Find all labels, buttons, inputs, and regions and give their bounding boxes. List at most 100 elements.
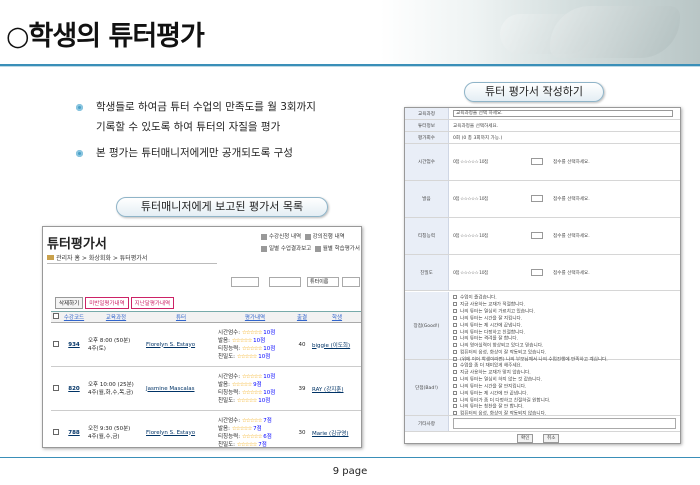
checklist-item[interactable]: 지금 사용하는 교재가 적절합니다.	[453, 301, 678, 309]
star-rating: ☆☆☆☆☆	[241, 345, 263, 352]
checklist-item[interactable]: 지금 사용하는 교재가 맞지 않습니다.	[453, 369, 678, 377]
attendance-value: 40	[293, 322, 311, 367]
checklist-item[interactable]: 수업이 즐겁습니다.	[453, 295, 678, 302]
breadcrumb: 관리자 홈 > 화상회화 > 튜터평가서	[47, 253, 147, 262]
score-stars[interactable]: 0점 ☆☆☆☆☆ 10점	[453, 270, 488, 276]
eval-label: 티칭능력:	[218, 389, 241, 396]
reason-select[interactable]: 점수를 선택하세요.	[553, 196, 590, 202]
checklist-item[interactable]: 컴퓨터의 음성, 화상이 잘 작동되고 있습니다.	[453, 350, 678, 357]
reason-select[interactable]: 점수를 선택하세요.	[553, 270, 590, 276]
checklist-label: 나의 튜터는 다정하고 친절합니다.	[460, 330, 526, 336]
checklist-item[interactable]: 나의 튜터가 좀 더 다정하고 친절하길 원합니다.	[453, 397, 678, 405]
date-from-input[interactable]	[231, 277, 259, 287]
checklist-item[interactable]: 나의 튜터는 열심히 하지 않는 것 같습니다.	[453, 376, 678, 384]
score-select[interactable]	[531, 269, 543, 276]
item-checkbox[interactable]	[453, 383, 457, 388]
row-checkbox[interactable]	[53, 428, 59, 435]
delete-button[interactable]: 삭제하기	[55, 297, 84, 309]
item-checkbox[interactable]	[453, 308, 457, 313]
menu-link-progress[interactable]: 강의진행 내역	[313, 234, 345, 240]
menu-bullet-icon	[261, 233, 267, 240]
item-checkbox[interactable]	[453, 369, 457, 374]
col-student[interactable]: 학생	[311, 311, 361, 323]
row-checkbox[interactable]	[53, 384, 59, 391]
item-checkbox[interactable]	[453, 329, 457, 334]
item-checkbox[interactable]	[453, 397, 457, 402]
col-attendance[interactable]: 출결	[293, 311, 311, 323]
item-checkbox[interactable]	[453, 390, 457, 395]
bullet-text: 학생들로 하여금 튜터 수업의 만족도를 월 3회까지	[96, 101, 316, 113]
page-number: 9 page	[332, 466, 368, 477]
col-tutor[interactable]: 튜터	[145, 311, 217, 323]
item-checkbox[interactable]	[453, 295, 457, 299]
course-code-link[interactable]: 934	[68, 342, 79, 348]
unsent-eval-button[interactable]: 미반일평가내역	[85, 297, 129, 309]
item-checkbox[interactable]	[453, 404, 457, 409]
checklist-item[interactable]: 나의 튜터는 제 시간에 끝냅니다.	[453, 322, 678, 330]
item-checkbox[interactable]	[453, 411, 457, 416]
checklist-item[interactable]: 나의 튜터는 시간을 잘 안지킵니다.	[453, 383, 678, 391]
checklist-item[interactable]: 나의 튜터는 제 시간에 안 끝냅니다.	[453, 390, 678, 398]
row-etc: 기타사항	[405, 416, 680, 432]
cancel-button[interactable]: 취소	[543, 434, 560, 443]
item-checkbox[interactable]	[453, 336, 457, 341]
star-rating: ☆☆☆☆☆	[236, 353, 258, 360]
row-checkbox[interactable]	[53, 340, 59, 347]
student-link[interactable]: biggie (이도희)	[312, 343, 350, 349]
checklist-item[interactable]: 수업을 좀 더 재미있게 해주세요.	[453, 363, 678, 370]
checklist-item[interactable]: 나의 튜터는 칭찬을 잘 안 합니다.	[453, 404, 678, 411]
notes-textarea[interactable]	[453, 418, 676, 429]
row-check-cell	[51, 322, 61, 367]
row-label: 교육과정	[405, 108, 449, 119]
search-field[interactable]	[342, 277, 360, 287]
checklist-item[interactable]: 나의 튜터는 열심히 가르치고 있습니다.	[453, 308, 678, 316]
date-to-input[interactable]	[269, 277, 301, 287]
footer-rule	[0, 457, 700, 458]
reason-select[interactable]: 점수를 선택하세요.	[553, 159, 590, 165]
col-check[interactable]	[51, 311, 61, 323]
score-stars[interactable]: 0점 ☆☆☆☆☆ 10점	[453, 233, 488, 239]
menu-link-daily[interactable]: 일별 수업결과보고	[269, 246, 311, 252]
student-link[interactable]: RAY (강지훈)	[312, 387, 344, 393]
checklist-item[interactable]: 나의 영어실력이 향상되고 있다고 믿습니다.	[453, 343, 678, 350]
item-checkbox[interactable]	[453, 343, 457, 348]
col-eval[interactable]: 평가내역	[217, 311, 293, 323]
course-info: 오후 10:00 (25분) 4주(월,화,수,목,금)	[87, 366, 145, 411]
course-select[interactable]: 교육과정을 선택 하세요.	[453, 110, 673, 117]
item-checkbox[interactable]	[453, 376, 457, 381]
menu-link-course[interactable]: 수강신청 내역	[269, 234, 301, 240]
reason-select[interactable]: 점수를 선택하세요.	[553, 233, 590, 239]
eval-label: 시간엄수:	[218, 373, 241, 380]
checklist-item[interactable]: 나의 튜터는 시간을 잘 지킵니다.	[453, 315, 678, 323]
student-link[interactable]: Marie (김규영)	[312, 431, 349, 437]
label-punctuality: 시간엄수	[418, 160, 435, 165]
course-code-link[interactable]: 820	[68, 386, 79, 392]
score-stars[interactable]: 0점 ☆☆☆☆☆ 10점	[453, 196, 488, 202]
tutor-link[interactable]: Florelyn S. Estayo	[146, 430, 195, 436]
score-stars[interactable]: 0점 ☆☆☆☆☆ 10점	[453, 159, 488, 165]
item-checkbox[interactable]	[453, 301, 457, 306]
item-checkbox[interactable]	[453, 363, 457, 367]
filter-select[interactable]: 튜터이름	[307, 277, 339, 287]
eval-points: 9점	[253, 381, 262, 388]
tutor-link[interactable]: Florelyn S. Estayo	[146, 342, 195, 348]
checklist-item[interactable]: 나의 튜터는 격려를 잘 합니다.	[453, 336, 678, 343]
confirm-button[interactable]: 확인	[517, 434, 534, 443]
checklist-item[interactable]: 나의 튜터는 다정하고 친절합니다.	[453, 329, 678, 337]
list-caption: 튜터매니저에게 보고된 평가서 목록	[116, 197, 328, 217]
menu-link-monthly[interactable]: 월별 학습평가서	[323, 246, 360, 252]
col-code[interactable]: 수강코드	[61, 311, 87, 323]
item-checkbox[interactable]	[453, 350, 457, 355]
course-code-link[interactable]: 788	[68, 430, 79, 436]
star-rating: ☆☆☆☆☆	[236, 397, 258, 404]
star-rating: ☆☆☆☆☆	[241, 329, 263, 336]
score-select[interactable]	[531, 158, 543, 165]
item-checkbox[interactable]	[453, 315, 457, 320]
col-course[interactable]: 교육과정	[87, 311, 145, 323]
score-select[interactable]	[531, 195, 543, 202]
tutor-link[interactable]: Jasmine Mascalas	[146, 386, 195, 392]
last-month-eval-button[interactable]: 지난달평가내역	[130, 297, 175, 309]
select-all-checkbox[interactable]	[53, 313, 59, 319]
item-checkbox[interactable]	[453, 322, 457, 327]
score-select[interactable]	[531, 232, 543, 239]
